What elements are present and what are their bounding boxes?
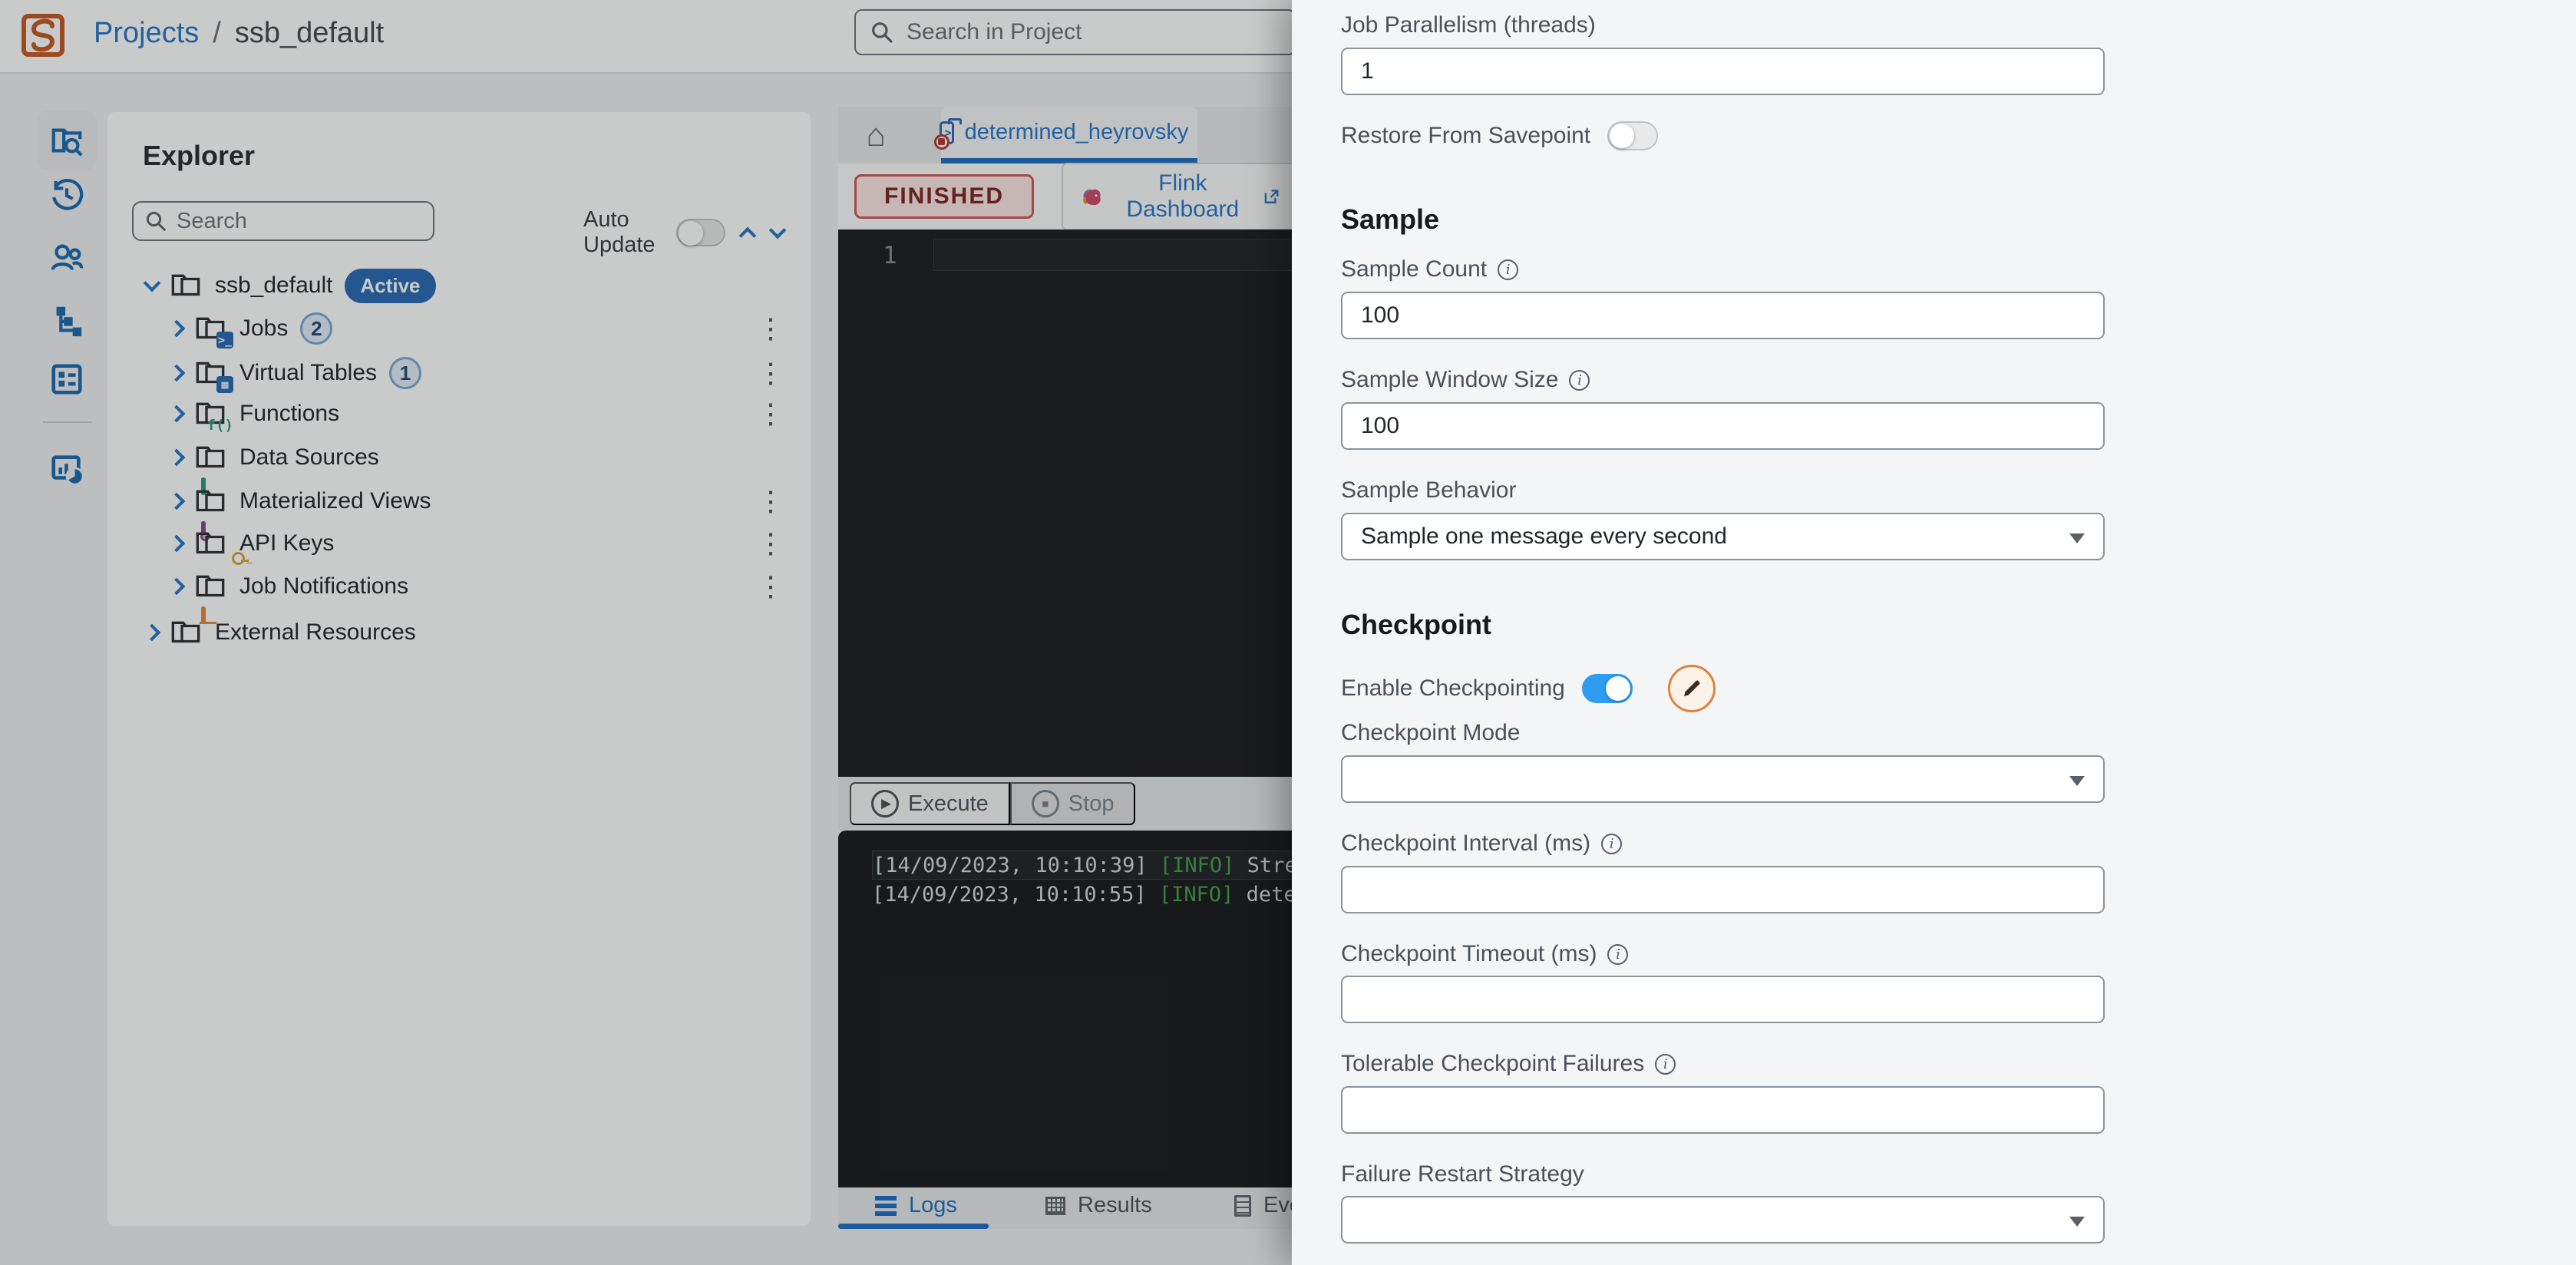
checkpoint-section-heading: Checkpoint bbox=[1341, 609, 1492, 640]
dropdown-caret-icon bbox=[2069, 533, 2085, 543]
enable-checkpointing-label: Enable Checkpointing bbox=[1341, 675, 1565, 701]
dropdown-caret-icon bbox=[2069, 1217, 2085, 1227]
sample-count-label: Sample Count i bbox=[1341, 256, 1519, 282]
failure-restart-strategy-select[interactable] bbox=[1341, 1196, 2105, 1244]
tolerable-checkpoint-failures-input[interactable] bbox=[1341, 1086, 2105, 1134]
sample-behavior-label: Sample Behavior bbox=[1341, 477, 1517, 503]
sample-behavior-select[interactable]: Sample one message every second bbox=[1341, 513, 2105, 560]
drawer-backdrop[interactable] bbox=[0, 0, 1292, 1265]
tolerable-checkpoint-failures-label: Tolerable Checkpoint Failures i bbox=[1341, 1051, 1676, 1077]
restore-from-savepoint-row: Restore From Savepoint bbox=[1341, 121, 1659, 150]
restore-from-savepoint-label: Restore From Savepoint bbox=[1341, 123, 1591, 148]
job-parallelism-label: Job Parallelism (threads) bbox=[1341, 12, 1596, 38]
sample-window-size-label: Sample Window Size i bbox=[1341, 367, 1590, 393]
checkpoint-timeout-input[interactable] bbox=[1341, 976, 2105, 1023]
info-icon[interactable]: i bbox=[1498, 259, 1519, 280]
edit-checkpointing-button[interactable] bbox=[1667, 665, 1716, 712]
info-icon[interactable]: i bbox=[1607, 943, 1629, 965]
info-icon[interactable]: i bbox=[1655, 1053, 1676, 1075]
enable-checkpointing-row: Enable Checkpointing bbox=[1341, 665, 1716, 712]
dropdown-caret-icon bbox=[2069, 776, 2085, 786]
sample-behavior-value: Sample one message every second bbox=[1361, 524, 1727, 549]
checkpoint-timeout-label: Checkpoint Timeout (ms) i bbox=[1341, 941, 1629, 967]
checkpoint-mode-label: Checkpoint Mode bbox=[1341, 720, 1521, 745]
pencil-icon bbox=[1683, 680, 1700, 696]
enable-checkpointing-toggle[interactable] bbox=[1581, 674, 1633, 703]
job-parallelism-input[interactable] bbox=[1341, 48, 2105, 95]
info-icon[interactable]: i bbox=[1569, 369, 1590, 391]
info-icon[interactable]: i bbox=[1601, 833, 1623, 854]
restore-from-savepoint-toggle[interactable] bbox=[1607, 121, 1659, 150]
sample-count-input[interactable] bbox=[1341, 292, 2105, 339]
job-settings-drawer: Job Parallelism (threads) Restore From S… bbox=[1292, 0, 2576, 1265]
checkpoint-mode-select[interactable] bbox=[1341, 755, 2105, 803]
checkpoint-interval-input[interactable] bbox=[1341, 866, 2105, 913]
sample-window-size-input[interactable] bbox=[1341, 402, 2105, 450]
checkpoint-interval-label: Checkpoint Interval (ms) i bbox=[1341, 831, 1623, 857]
toggle-knob bbox=[1605, 676, 1630, 701]
failure-restart-strategy-label: Failure Restart Strategy bbox=[1341, 1161, 1584, 1187]
sample-section-heading: Sample bbox=[1341, 203, 1440, 235]
toggle-knob bbox=[1610, 124, 1635, 148]
